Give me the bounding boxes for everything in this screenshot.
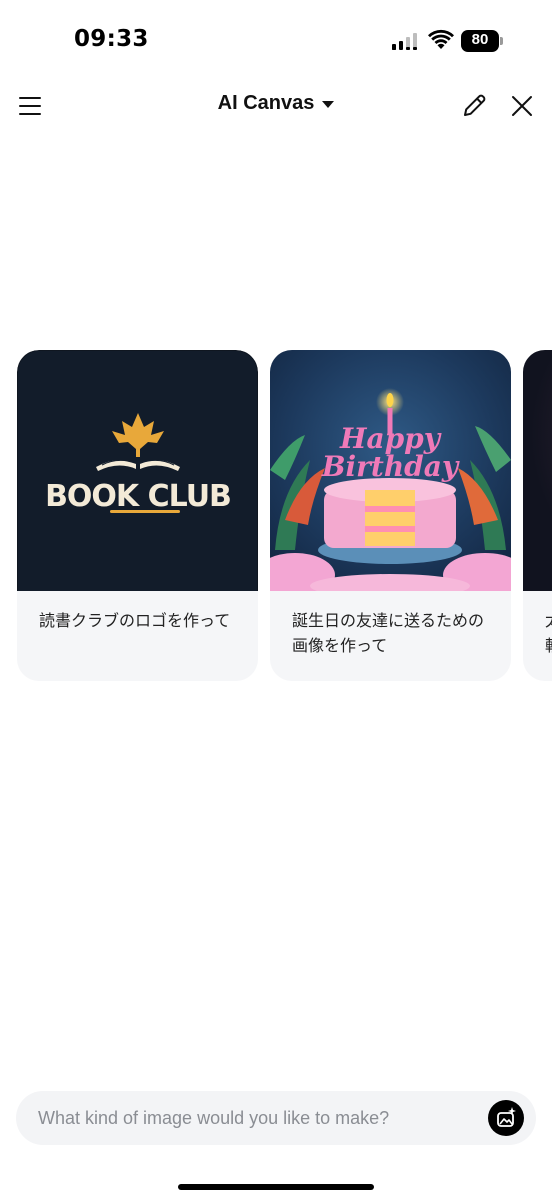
chevron-down-icon [322, 101, 335, 108]
status-time: 09:33 [74, 26, 149, 52]
model-selector[interactable]: AI Canvas [218, 92, 335, 115]
app-header: AI Canvas [0, 80, 552, 136]
home-indicator [178, 1184, 374, 1190]
birthday-cake-illustration: Happy Birthday [270, 350, 511, 591]
battery-icon: 80 [461, 30, 503, 52]
birthday-cake-image: Happy Birthday [270, 350, 511, 591]
signal-icon [392, 33, 417, 50]
suggestion-caption: 太 軌 [545, 608, 552, 658]
suggestion-card-book-club[interactable]: BOOK CLUB 読書クラブのロゴを作って [17, 350, 258, 681]
image-sparkle-icon[interactable] [488, 1100, 524, 1136]
logo-text: BOOK CLUB [45, 479, 231, 514]
space-image [523, 350, 552, 591]
close-icon[interactable] [510, 94, 534, 118]
page-title: AI Canvas [217, 92, 315, 114]
battery-level: 80 [471, 31, 489, 48]
edit-icon[interactable] [460, 92, 488, 120]
wifi-icon [428, 29, 454, 49]
status-bar: 09:33 80 [0, 0, 552, 80]
prompt-composer [16, 1091, 536, 1145]
suggestion-card-space[interactable]: 太 軌 [523, 350, 552, 681]
suggestion-card-birthday[interactable]: Happy Birthday 誕生日の友達に送るための 画像を作って [270, 350, 511, 681]
prompt-input[interactable] [38, 1091, 478, 1145]
book-club-logo: BOOK CLUB [45, 413, 232, 514]
suggestion-caption: 誕生日の友達に送るための 画像を作って [292, 611, 485, 655]
suggestion-carousel[interactable]: BOOK CLUB 読書クラブのロゴを作って Happy Birthday 誕生… [0, 350, 552, 682]
suggestion-caption: 読書クラブのロゴを作って [39, 611, 231, 630]
book-club-logo-image: BOOK CLUB [17, 350, 258, 591]
